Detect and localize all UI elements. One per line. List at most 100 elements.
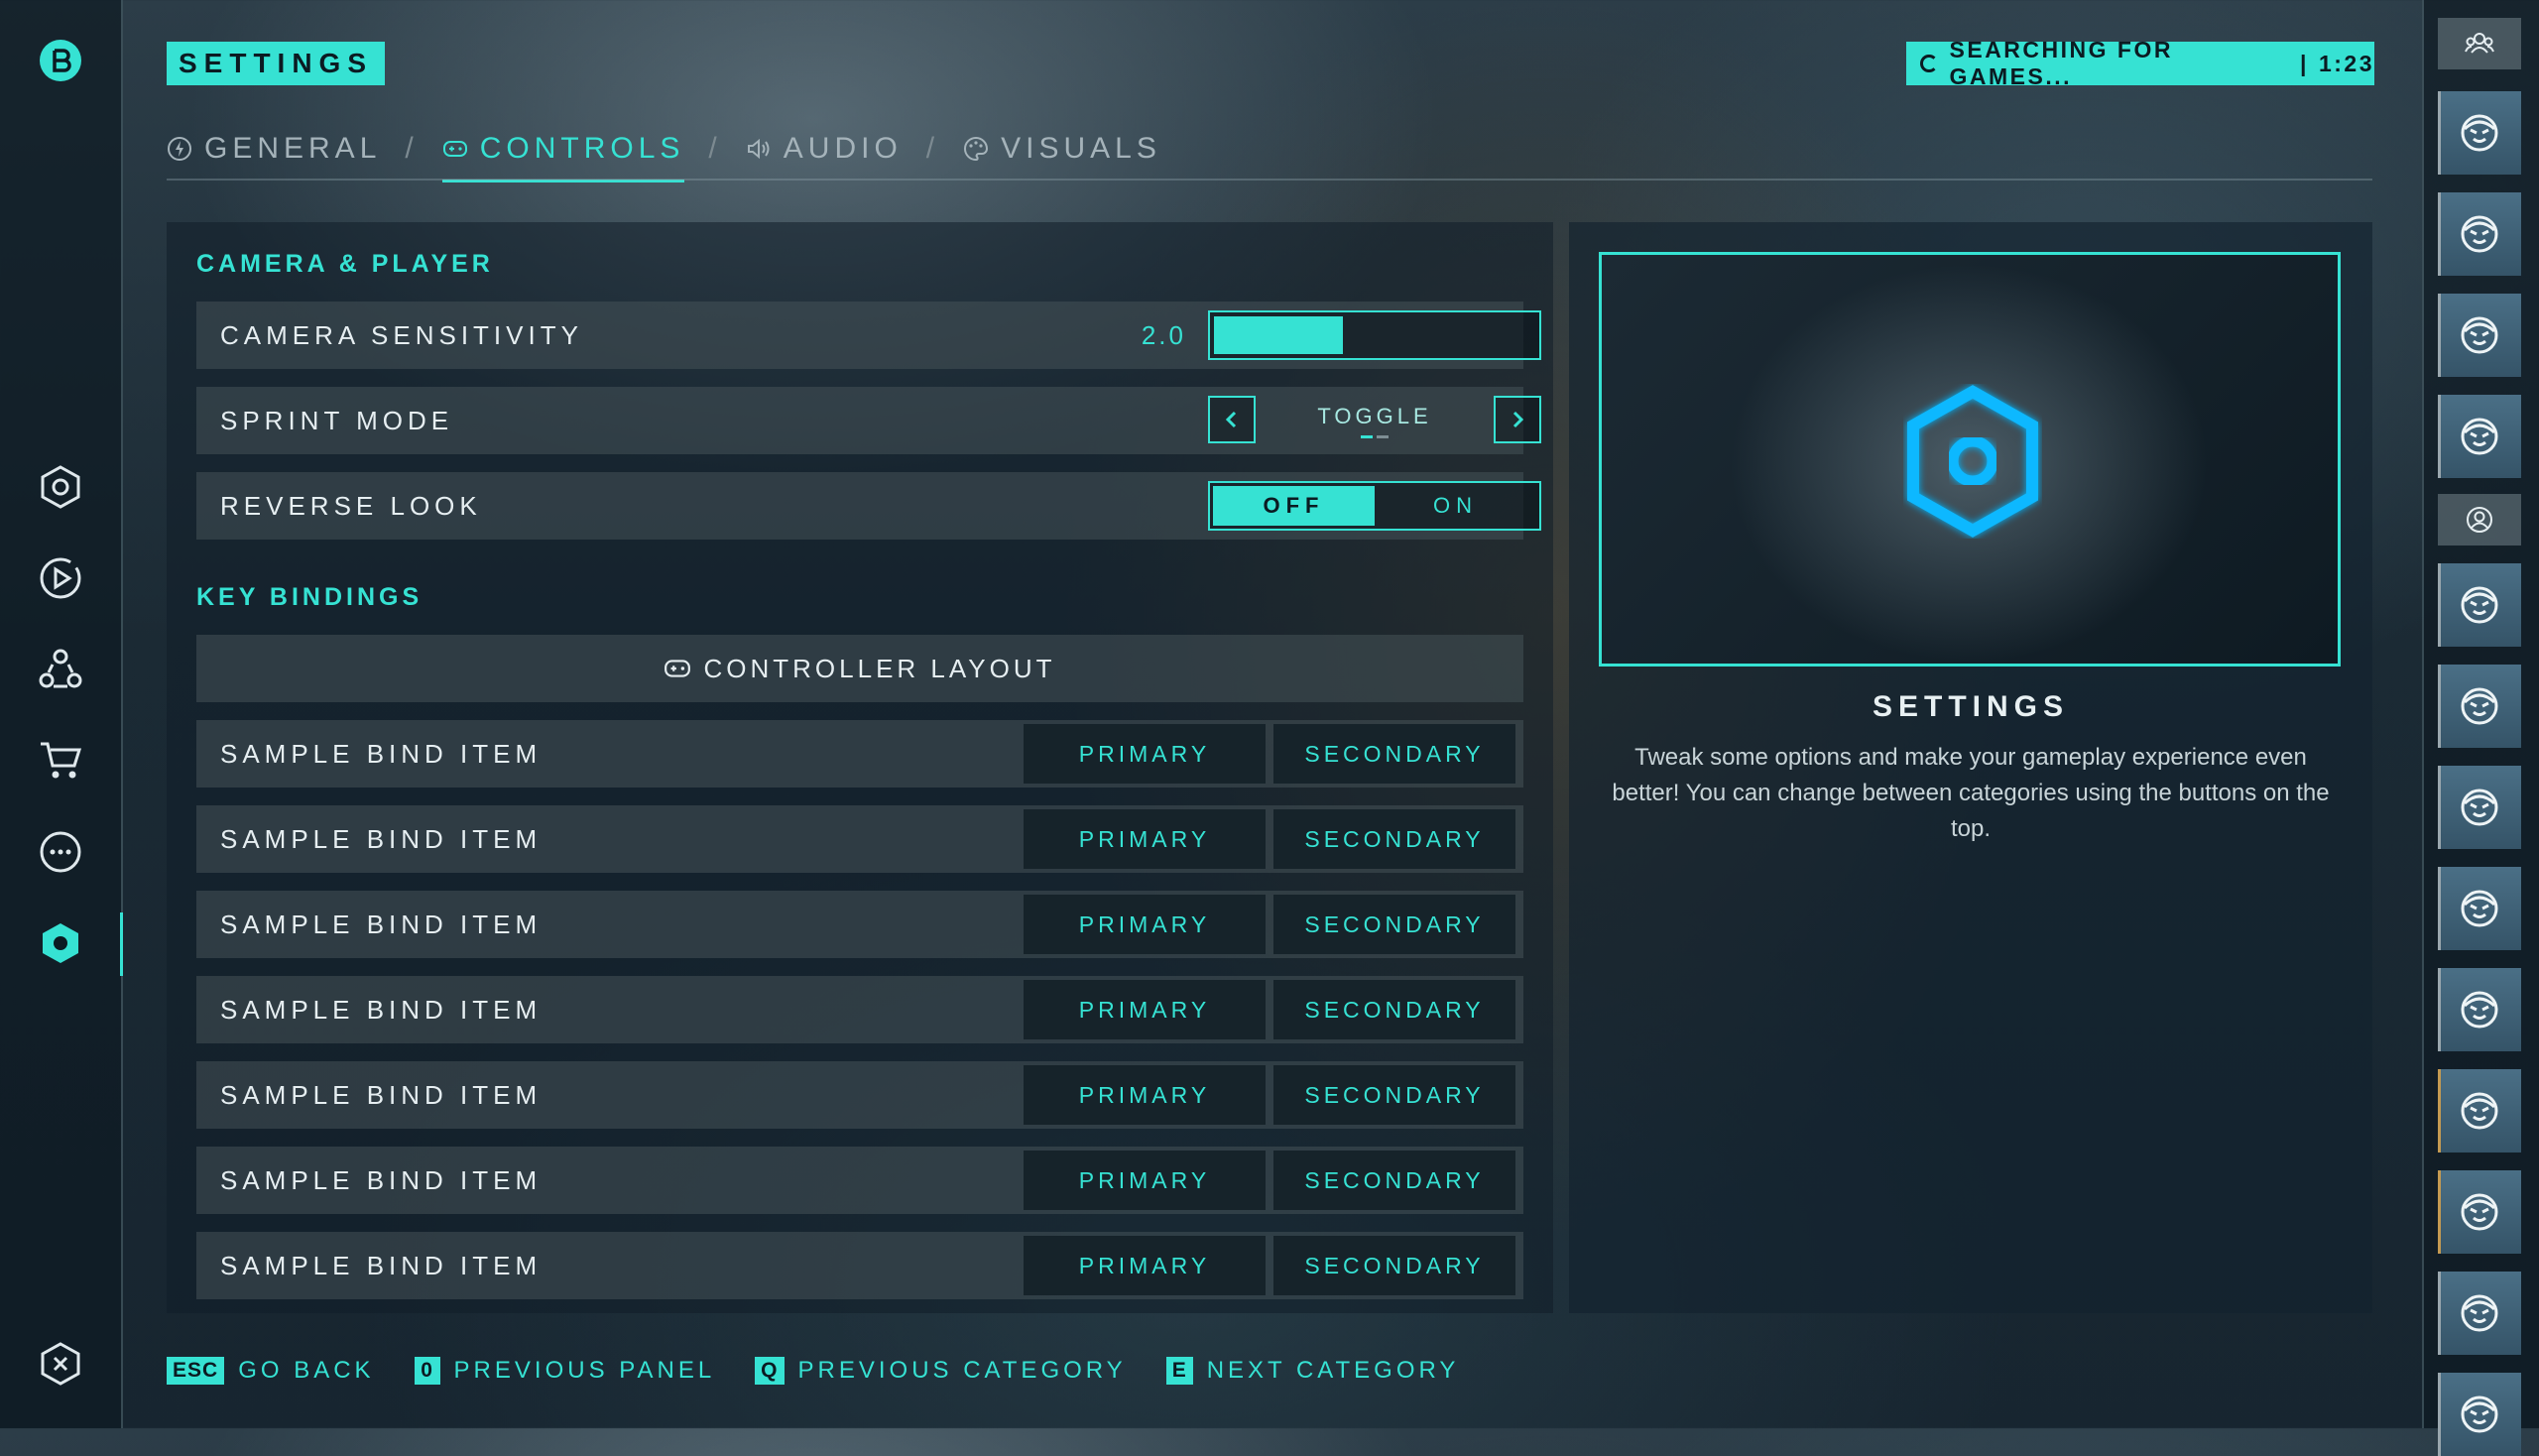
hint-previous-panel[interactable]: 0 PREVIOUS PANEL [414,1357,716,1385]
tab-separator: / [405,132,419,165]
camera-sensitivity-slider[interactable] [1208,310,1541,360]
toggle-off-option[interactable]: OFF [1213,486,1375,526]
category-tabs: GENERAL / CONTROLS / AUDIO / VISUALS [167,117,1161,182]
secondary-bind-button[interactable]: SECONDARY [1273,1236,1515,1295]
palette-icon [964,136,989,162]
primary-bind-button[interactable]: PRIMARY [1024,724,1266,784]
key-badge: 0 [414,1357,440,1385]
info-title: SETTINGS [1872,690,2069,723]
matchmaking-separator: | [2300,50,2309,76]
tab-general[interactable]: GENERAL [167,117,381,181]
gamepad-icon [665,660,691,677]
avatar-face-icon [2461,1092,2498,1130]
friend-avatar[interactable] [2438,395,2521,478]
left-navigation-rail [0,0,123,1428]
avatar-face-icon [2461,418,2498,455]
hint-label: GO BACK [238,1357,375,1384]
bind-label: SAMPLE BIND ITEM [220,994,543,1025]
bind-row: SAMPLE BIND ITEM PRIMARY SECONDARY [196,1232,1523,1299]
friends-group-icon [2465,33,2494,54]
secondary-bind-button[interactable]: SECONDARY [1273,1151,1515,1210]
avatar-face-icon [2461,890,2498,927]
friend-avatar[interactable] [2438,563,2521,647]
sprint-mode-label: SPRINT MODE [220,405,454,435]
chevron-right-icon [1512,411,1524,428]
camera-sensitivity-row[interactable]: CAMERA SENSITIVITY 2.0 [196,302,1541,369]
friend-avatar[interactable] [2438,294,2521,377]
bolt-icon [168,137,191,161]
preview-image [1599,252,2341,667]
hint-go-back[interactable]: ESC GO BACK [167,1357,375,1385]
brand-logo-icon[interactable] [36,36,85,85]
sprint-mode-row[interactable]: SPRINT MODE TOGGLE [196,387,1541,454]
avatar-face-icon [2461,215,2498,253]
reverse-look-toggle[interactable]: OFF ON [1208,481,1541,531]
hint-previous-category[interactable]: Q PREVIOUS CATEGORY [755,1357,1127,1385]
community-icon[interactable] [36,645,85,694]
cart-icon[interactable] [36,736,85,786]
key-badge: E [1165,1357,1193,1385]
hexagon-settings-icon [1907,385,2038,538]
settings-panel: CAMERA & PLAYER CAMERA SENSITIVITY 2.0 S… [167,222,1553,1313]
friend-avatar[interactable] [2438,1170,2521,1254]
hint-label: PREVIOUS CATEGORY [797,1357,1127,1384]
friend-avatar[interactable] [2438,766,2521,849]
friend-avatar[interactable] [2438,1069,2521,1153]
option-indicator [1359,434,1390,438]
primary-bind-button[interactable]: PRIMARY [1024,809,1266,869]
primary-bind-button[interactable]: PRIMARY [1024,895,1266,954]
tab-label: GENERAL [204,132,382,165]
primary-bind-button[interactable]: PRIMARY [1024,980,1266,1039]
secondary-bind-button[interactable]: SECONDARY [1273,724,1515,784]
profile-header[interactable] [2438,494,2521,546]
friend-avatar[interactable] [2438,968,2521,1051]
primary-bind-button[interactable]: PRIMARY [1024,1065,1266,1125]
hint-next-category[interactable]: E NEXT CATEGORY [1165,1357,1460,1385]
friend-avatar[interactable] [2438,665,2521,748]
play-icon[interactable] [36,553,85,603]
tab-visuals[interactable]: VISUALS [963,117,1161,181]
tab-label: AUDIO [783,132,903,165]
sprint-mode-prev-button[interactable] [1208,396,1256,443]
primary-bind-button[interactable]: PRIMARY [1024,1151,1266,1210]
friend-avatar[interactable] [2438,91,2521,175]
reverse-look-row[interactable]: REVERSE LOOK OFF ON [196,472,1541,540]
avatar-face-icon [2461,316,2498,354]
bind-row: SAMPLE BIND ITEM PRIMARY SECONDARY [196,891,1523,958]
tab-audio[interactable]: AUDIO [746,117,903,181]
friends-group-header[interactable] [2438,18,2521,69]
primary-bind-button[interactable]: PRIMARY [1024,1236,1266,1295]
avatar-face-icon [2461,114,2498,152]
secondary-bind-button[interactable]: SECONDARY [1273,895,1515,954]
tab-separator: / [925,132,940,165]
tab-controls[interactable]: CONTROLS [441,117,685,182]
more-icon[interactable] [36,827,85,877]
option-dot [1377,434,1389,438]
friend-avatar[interactable] [2438,1373,2521,1456]
settings-icon[interactable] [36,918,85,968]
active-indicator [120,912,123,976]
hint-label: NEXT CATEGORY [1206,1357,1460,1384]
home-icon[interactable] [36,462,85,512]
secondary-bind-button[interactable]: SECONDARY [1273,980,1515,1039]
friend-avatar[interactable] [2438,192,2521,276]
key-badge: Q [755,1357,785,1385]
option-dot [1361,434,1373,438]
matchmaking-status[interactable]: SEARCHING FOR GAMES... | 1:23 [1906,37,2374,89]
secondary-bind-button[interactable]: SECONDARY [1273,809,1515,869]
matchmaking-timer: 1:23 [2318,50,2374,76]
bind-label: SAMPLE BIND ITEM [220,1164,543,1195]
controller-layout-button[interactable]: CONTROLLER LAYOUT [196,635,1523,702]
friends-rail [2422,0,2539,1456]
hint-label: PREVIOUS PANEL [453,1357,716,1384]
secondary-bind-button[interactable]: SECONDARY [1273,1065,1515,1125]
gamepad-icon [442,141,467,157]
friend-avatar[interactable] [2438,867,2521,950]
sprint-mode-next-button[interactable] [1494,396,1541,443]
camera-sensitivity-value: 2.0 [1141,319,1186,350]
exit-icon[interactable] [36,1339,85,1389]
toggle-on-option[interactable]: ON [1375,486,1536,526]
loading-spinner-icon [1920,55,1938,72]
friend-avatar[interactable] [2438,1272,2521,1355]
bind-label: SAMPLE BIND ITEM [220,738,543,769]
